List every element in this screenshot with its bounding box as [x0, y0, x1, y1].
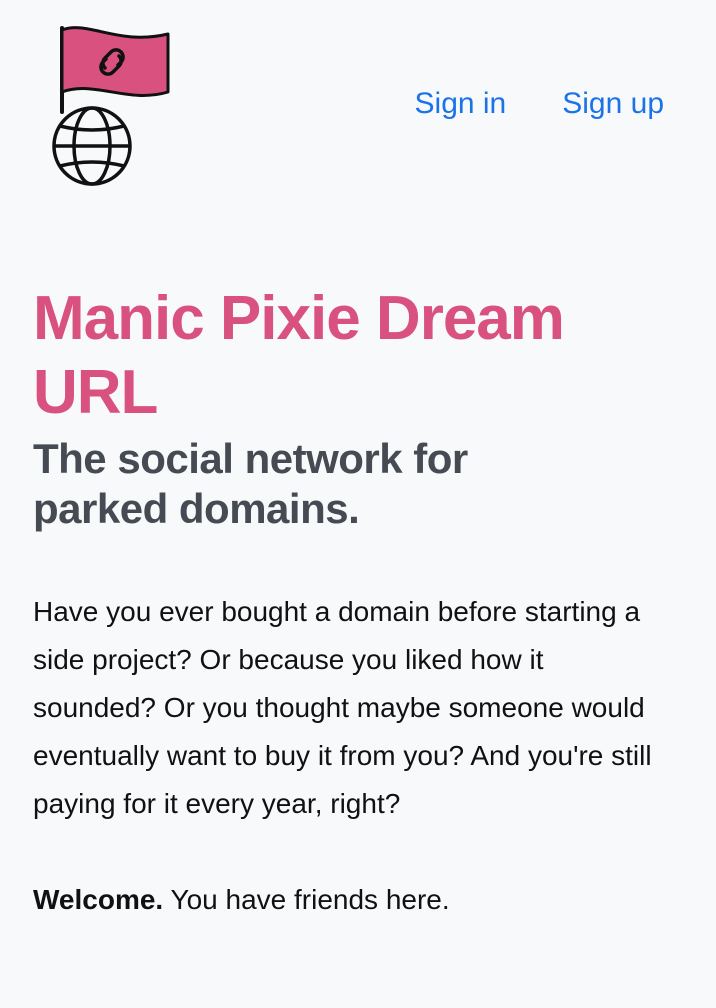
page-title: Manic Pixie Dream URL — [33, 284, 565, 427]
sign-up-link[interactable]: Sign up — [562, 84, 664, 124]
site-logo[interactable] — [48, 20, 178, 190]
page-subtitle: The social network for parked domains. — [33, 435, 468, 532]
top-nav: Sign in Sign up — [415, 84, 664, 124]
flag-globe-link-icon — [52, 26, 170, 186]
intro-paragraph: Have you ever bought a domain before sta… — [33, 596, 652, 819]
hero-section: Manic Pixie Dream URL The social network… — [33, 282, 683, 924]
welcome-paragraph: Welcome. You have friends here. — [33, 876, 683, 924]
sign-in-link[interactable]: Sign in — [415, 84, 507, 124]
welcome-text: You have friends here. — [163, 884, 450, 915]
welcome-bold: Welcome. — [33, 884, 164, 915]
